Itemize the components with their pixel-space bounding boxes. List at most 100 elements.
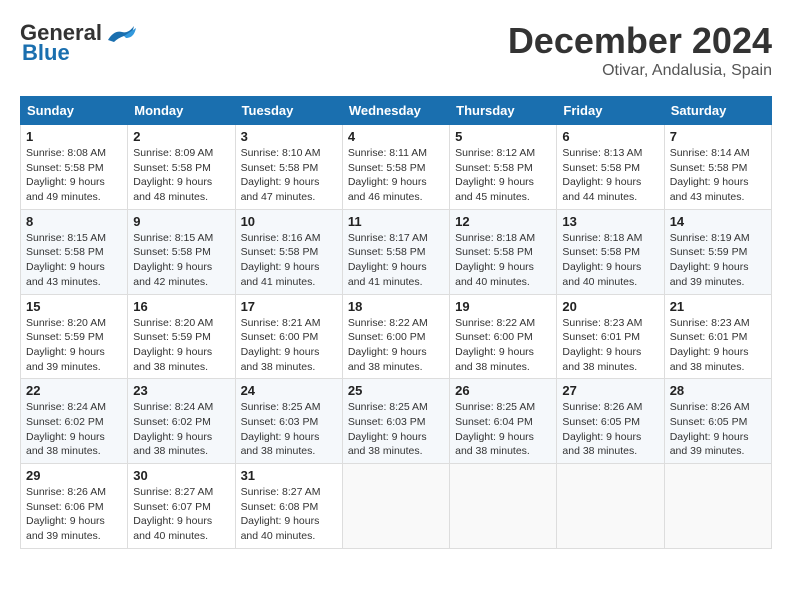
day-info: Sunrise: 8:11 AM Sunset: 5:58 PM Dayligh… [348,146,444,205]
calendar-day-cell: 26Sunrise: 8:25 AM Sunset: 6:04 PM Dayli… [450,379,557,464]
day-info: Sunrise: 8:22 AM Sunset: 6:00 PM Dayligh… [455,316,551,375]
day-number: 22 [26,383,122,398]
calendar-day-cell: 4 Sunrise: 8:11 AM Sunset: 5:58 PM Daylig… [342,125,449,210]
day-info: Sunrise: 8:15 AM Sunset: 5:58 PM Dayligh… [26,231,122,290]
day-info: Sunrise: 8:24 AM Sunset: 6:02 PM Dayligh… [133,400,229,459]
day-number: 2 [133,129,229,144]
calendar-header-row: SundayMondayTuesdayWednesdayThursdayFrid… [21,97,772,125]
day-info: Sunrise: 8:26 AM Sunset: 6:05 PM Dayligh… [562,400,658,459]
title-block: December 2024 Otivar, Andalusia, Spain [508,20,772,80]
calendar-day-cell: 19 Sunrise: 8:22 AM Sunset: 6:00 PM Dayli… [450,294,557,379]
day-info: Sunrise: 8:19 AM Sunset: 5:59 PM Dayligh… [670,231,766,290]
day-number: 7 [670,129,766,144]
calendar-week-row: 8Sunrise: 8:15 AM Sunset: 5:58 PM Daylig… [21,209,772,294]
day-number: 14 [670,214,766,229]
calendar-day-cell: 8Sunrise: 8:15 AM Sunset: 5:58 PM Daylig… [21,209,128,294]
empty-cell [342,464,449,549]
day-number: 31 [241,468,337,483]
calendar-day-cell: 31 Sunrise: 8:27 AM Sunset: 6:08 PM Dayli… [235,464,342,549]
day-info: Sunrise: 8:18 AM Sunset: 5:58 PM Dayligh… [562,231,658,290]
day-number: 25 [348,383,444,398]
calendar-col-wednesday: Wednesday [342,97,449,125]
month-title: December 2024 [508,20,772,62]
day-info: Sunrise: 8:12 AM Sunset: 5:58 PM Dayligh… [455,146,551,205]
page-header: General Blue December 2024 Otivar, Andal… [20,20,772,80]
location-title: Otivar, Andalusia, Spain [508,62,772,80]
day-info: Sunrise: 8:26 AM Sunset: 6:06 PM Dayligh… [26,485,122,544]
day-number: 3 [241,129,337,144]
day-info: Sunrise: 8:22 AM Sunset: 6:00 PM Dayligh… [348,316,444,375]
calendar-col-thursday: Thursday [450,97,557,125]
calendar-day-cell: 30 Sunrise: 8:27 AM Sunset: 6:07 PM Dayli… [128,464,235,549]
calendar-col-monday: Monday [128,97,235,125]
day-number: 29 [26,468,122,483]
calendar-day-cell: 24Sunrise: 8:25 AM Sunset: 6:03 PM Dayli… [235,379,342,464]
day-number: 23 [133,383,229,398]
day-number: 1 [26,129,122,144]
day-number: 4 [348,129,444,144]
day-info: Sunrise: 8:10 AM Sunset: 5:58 PM Dayligh… [241,146,337,205]
calendar-week-row: 1 Sunrise: 8:08 AM Sunset: 5:58 PM Daylig… [21,125,772,210]
day-number: 20 [562,299,658,314]
calendar-table: SundayMondayTuesdayWednesdayThursdayFrid… [20,96,772,549]
empty-cell [450,464,557,549]
day-info: Sunrise: 8:08 AM Sunset: 5:58 PM Dayligh… [26,146,122,205]
day-number: 27 [562,383,658,398]
calendar-day-cell: 18 Sunrise: 8:22 AM Sunset: 6:00 PM Dayli… [342,294,449,379]
calendar-day-cell: 5 Sunrise: 8:12 AM Sunset: 5:58 PM Daylig… [450,125,557,210]
day-info: Sunrise: 8:25 AM Sunset: 6:03 PM Dayligh… [348,400,444,459]
day-number: 11 [348,214,444,229]
calendar-week-row: 29 Sunrise: 8:26 AM Sunset: 6:06 PM Dayli… [21,464,772,549]
calendar-day-cell: 15Sunrise: 8:20 AM Sunset: 5:59 PM Dayli… [21,294,128,379]
calendar-day-cell: 2 Sunrise: 8:09 AM Sunset: 5:58 PM Daylig… [128,125,235,210]
day-number: 5 [455,129,551,144]
day-info: Sunrise: 8:25 AM Sunset: 6:03 PM Dayligh… [241,400,337,459]
calendar-day-cell: 23 Sunrise: 8:24 AM Sunset: 6:02 PM Dayli… [128,379,235,464]
calendar-day-cell: 22 Sunrise: 8:24 AM Sunset: 6:02 PM Dayli… [21,379,128,464]
logo-bird-icon [104,22,140,44]
day-info: Sunrise: 8:25 AM Sunset: 6:04 PM Dayligh… [455,400,551,459]
day-number: 18 [348,299,444,314]
calendar-day-cell: 12 Sunrise: 8:18 AM Sunset: 5:58 PM Dayli… [450,209,557,294]
day-number: 6 [562,129,658,144]
calendar-day-cell: 9Sunrise: 8:15 AM Sunset: 5:58 PM Daylig… [128,209,235,294]
day-number: 16 [133,299,229,314]
day-info: Sunrise: 8:27 AM Sunset: 6:08 PM Dayligh… [241,485,337,544]
empty-cell [664,464,771,549]
logo: General Blue [20,20,140,66]
calendar-col-saturday: Saturday [664,97,771,125]
calendar-day-cell: 20Sunrise: 8:23 AM Sunset: 6:01 PM Dayli… [557,294,664,379]
calendar-col-sunday: Sunday [21,97,128,125]
calendar-day-cell: 7Sunrise: 8:14 AM Sunset: 5:58 PM Daylig… [664,125,771,210]
calendar-day-cell: 6Sunrise: 8:13 AM Sunset: 5:58 PM Daylig… [557,125,664,210]
calendar-day-cell: 1 Sunrise: 8:08 AM Sunset: 5:58 PM Daylig… [21,125,128,210]
calendar-day-cell: 3 Sunrise: 8:10 AM Sunset: 5:58 PM Daylig… [235,125,342,210]
logo-blue: Blue [22,40,70,66]
day-info: Sunrise: 8:24 AM Sunset: 6:02 PM Dayligh… [26,400,122,459]
day-number: 15 [26,299,122,314]
day-number: 28 [670,383,766,398]
day-number: 19 [455,299,551,314]
day-info: Sunrise: 8:09 AM Sunset: 5:58 PM Dayligh… [133,146,229,205]
day-number: 10 [241,214,337,229]
day-info: Sunrise: 8:17 AM Sunset: 5:58 PM Dayligh… [348,231,444,290]
day-number: 30 [133,468,229,483]
calendar-col-tuesday: Tuesday [235,97,342,125]
day-info: Sunrise: 8:26 AM Sunset: 6:05 PM Dayligh… [670,400,766,459]
day-number: 13 [562,214,658,229]
day-number: 21 [670,299,766,314]
calendar-day-cell: 10 Sunrise: 8:16 AM Sunset: 5:58 PM Dayli… [235,209,342,294]
calendar-day-cell: 28 Sunrise: 8:26 AM Sunset: 6:05 PM Dayli… [664,379,771,464]
day-info: Sunrise: 8:18 AM Sunset: 5:58 PM Dayligh… [455,231,551,290]
calendar-day-cell: 16Sunrise: 8:20 AM Sunset: 5:59 PM Dayli… [128,294,235,379]
day-number: 12 [455,214,551,229]
calendar-body: 1 Sunrise: 8:08 AM Sunset: 5:58 PM Daylig… [21,125,772,549]
day-info: Sunrise: 8:21 AM Sunset: 6:00 PM Dayligh… [241,316,337,375]
calendar-day-cell: 25 Sunrise: 8:25 AM Sunset: 6:03 PM Dayli… [342,379,449,464]
calendar-week-row: 15Sunrise: 8:20 AM Sunset: 5:59 PM Dayli… [21,294,772,379]
calendar-day-cell: 21Sunrise: 8:23 AM Sunset: 6:01 PM Dayli… [664,294,771,379]
day-number: 17 [241,299,337,314]
calendar-day-cell: 14 Sunrise: 8:19 AM Sunset: 5:59 PM Dayli… [664,209,771,294]
day-info: Sunrise: 8:27 AM Sunset: 6:07 PM Dayligh… [133,485,229,544]
day-info: Sunrise: 8:16 AM Sunset: 5:58 PM Dayligh… [241,231,337,290]
